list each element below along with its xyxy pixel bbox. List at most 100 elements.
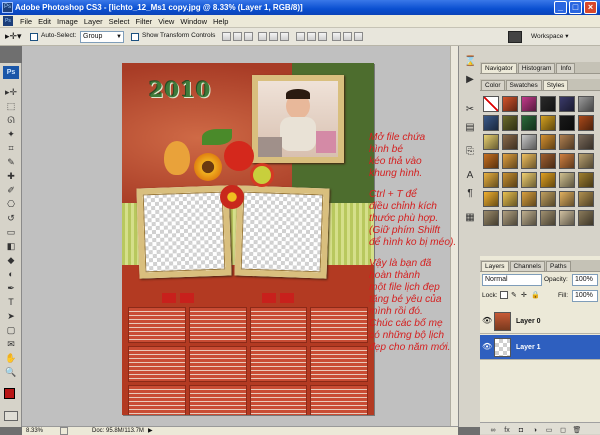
layer-style-icon[interactable]: fx <box>502 426 512 435</box>
align-bottom-icon[interactable] <box>244 32 253 41</box>
menu-layer[interactable]: Layer <box>81 17 106 26</box>
zoom-level[interactable]: 8.33% <box>26 427 43 435</box>
style-swatch[interactable] <box>502 172 518 188</box>
style-swatch[interactable] <box>521 96 537 112</box>
quick-mask-button[interactable] <box>4 411 18 421</box>
minimize-button[interactable]: _ <box>554 1 567 14</box>
eyedropper-tool-icon[interactable]: ✎ <box>4 157 18 168</box>
distribute-vcenter-icon[interactable] <box>307 32 316 41</box>
style-swatch[interactable] <box>540 96 556 112</box>
menu-help[interactable]: Help <box>210 17 231 26</box>
type-tool-icon[interactable]: T <box>4 297 18 308</box>
menu-select[interactable]: Select <box>106 17 133 26</box>
auto-select-dropdown[interactable]: Group ▼ <box>80 31 124 43</box>
visibility-eye-icon[interactable]: 👁 <box>482 316 492 326</box>
distribute-left-icon[interactable] <box>332 32 341 41</box>
hand-tool-icon[interactable]: ✋ <box>4 353 18 364</box>
crop-tool-icon[interactable]: ⌗ <box>4 143 18 154</box>
pen-tool-icon[interactable]: ✒ <box>4 283 18 294</box>
distribute-top-icon[interactable] <box>296 32 305 41</box>
brush-tool-icon[interactable]: ✐ <box>4 185 18 196</box>
style-swatch[interactable] <box>521 172 537 188</box>
style-swatch[interactable] <box>521 210 537 226</box>
style-swatch[interactable] <box>483 191 499 207</box>
style-swatch[interactable] <box>559 191 575 207</box>
style-swatch[interactable] <box>483 115 499 131</box>
link-layers-icon[interactable]: ∞ <box>488 426 498 435</box>
style-swatch[interactable] <box>578 134 594 150</box>
style-swatch[interactable] <box>521 153 537 169</box>
menu-filter[interactable]: Filter <box>133 17 156 26</box>
dodge-tool-icon[interactable]: ◐ <box>4 269 18 280</box>
align-left-icon[interactable] <box>258 32 267 41</box>
style-swatch[interactable] <box>559 210 575 226</box>
style-swatch[interactable] <box>578 115 594 131</box>
lock-position-icon[interactable]: ✛ <box>521 291 527 299</box>
style-swatch[interactable] <box>540 115 556 131</box>
style-swatch[interactable] <box>540 191 556 207</box>
tab-navigator[interactable]: Navigator <box>481 63 517 73</box>
shape-tool-icon[interactable]: ▢ <box>4 325 18 336</box>
show-transform-checkbox[interactable] <box>131 33 139 41</box>
style-swatch[interactable] <box>540 153 556 169</box>
tab-paths[interactable]: Paths <box>545 261 571 271</box>
style-swatch[interactable] <box>578 153 594 169</box>
character-icon[interactable]: A <box>464 170 476 182</box>
tab-layers[interactable]: Layers <box>481 261 509 271</box>
calendar-canvas[interactable]: 2010 <box>122 63 374 415</box>
menu-edit[interactable]: Edit <box>35 17 54 26</box>
style-swatch[interactable] <box>559 153 575 169</box>
history-brush-tool-icon[interactable]: ↺ <box>4 213 18 224</box>
style-swatch[interactable] <box>502 210 518 226</box>
tab-info[interactable]: Info <box>556 63 576 73</box>
delete-layer-icon[interactable]: 🗑 <box>572 426 582 435</box>
style-swatch[interactable] <box>559 115 575 131</box>
path-selection-tool-icon[interactable]: ➤ <box>4 311 18 322</box>
tab-swatches[interactable]: Swatches <box>505 80 542 90</box>
align-right-icon[interactable] <box>280 32 289 41</box>
status-menu-arrow-icon[interactable]: ▶ <box>148 427 153 435</box>
style-swatch[interactable] <box>502 191 518 207</box>
magic-wand-tool-icon[interactable]: ✦ <box>4 129 18 140</box>
healing-brush-tool-icon[interactable]: ✚ <box>4 171 18 182</box>
brushes-icon[interactable]: ▤ <box>464 122 476 134</box>
layer-mask-icon[interactable]: ◘ <box>516 426 526 435</box>
style-swatch[interactable] <box>502 153 518 169</box>
lock-all-icon[interactable]: 🔒 <box>531 291 540 299</box>
notes-tool-icon[interactable]: ✉ <box>4 339 18 350</box>
style-swatch[interactable] <box>578 210 594 226</box>
style-swatch[interactable] <box>483 153 499 169</box>
style-swatch[interactable] <box>559 96 575 112</box>
menu-file[interactable]: File <box>17 17 35 26</box>
style-swatch[interactable] <box>559 172 575 188</box>
style-swatch[interactable] <box>540 210 556 226</box>
ps-menu-icon[interactable]: Ps <box>3 16 13 26</box>
lock-image-icon[interactable]: ✎ <box>511 291 517 299</box>
opacity-input[interactable]: 100% <box>572 274 598 286</box>
style-swatch[interactable] <box>540 172 556 188</box>
move-tool-icon[interactable]: ▸✛▾ <box>5 31 22 42</box>
style-swatch[interactable] <box>578 191 594 207</box>
new-group-icon[interactable]: ▭ <box>544 426 554 435</box>
marquee-tool-icon[interactable]: ⬚ <box>4 101 18 112</box>
blend-mode-dropdown[interactable]: Normal <box>482 274 542 286</box>
style-swatch[interactable] <box>483 210 499 226</box>
tab-styles[interactable]: Styles <box>542 80 569 90</box>
clone-stamp-tool-icon[interactable]: ⎔ <box>4 199 18 210</box>
paragraph-icon[interactable]: ¶ <box>464 188 476 200</box>
new-layer-icon[interactable]: ◻ <box>558 426 568 435</box>
distribute-right-icon[interactable] <box>354 32 363 41</box>
layer-row-layer-1[interactable]: 👁 Layer 1 <box>480 335 600 360</box>
layer-comps-icon[interactable]: ▦ <box>464 212 476 224</box>
style-swatch[interactable] <box>578 172 594 188</box>
style-swatch[interactable] <box>502 134 518 150</box>
auto-select-checkbox[interactable] <box>30 33 38 41</box>
style-swatch[interactable] <box>483 172 499 188</box>
distribute-bottom-icon[interactable] <box>318 32 327 41</box>
history-icon[interactable]: ⌛ <box>464 56 476 68</box>
distribute-hcenter-icon[interactable] <box>343 32 352 41</box>
actions-icon[interactable]: ▶ <box>464 74 476 86</box>
style-swatch[interactable] <box>540 134 556 150</box>
fill-input[interactable]: 100% <box>572 290 598 302</box>
style-swatch[interactable] <box>521 191 537 207</box>
